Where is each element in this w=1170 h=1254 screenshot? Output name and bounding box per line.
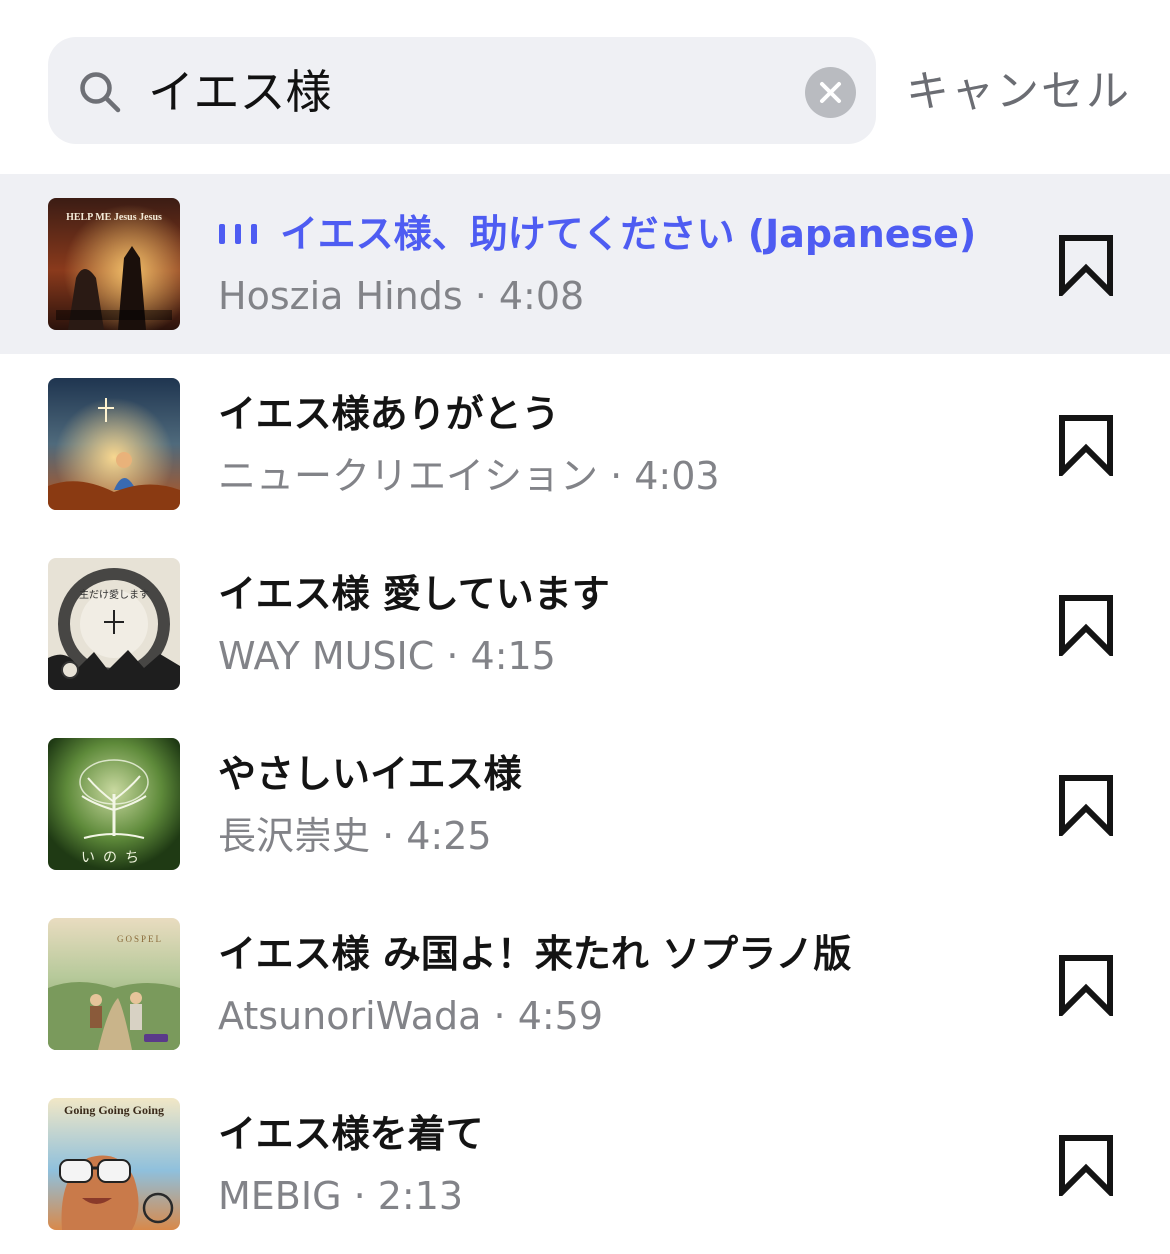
bookmark-icon[interactable] [1058,1134,1114,1196]
equalizer-icon [219,223,257,244]
cancel-button[interactable]: キャンセル [906,58,1131,126]
track-title-text: イエス様、助けてください (Japanese) [280,212,977,256]
cover-text: Going Going Going [64,1103,164,1117]
track-artist-duration: WAY MUSIC · 4:15 [218,634,556,678]
track-row[interactable]: Going Going Going イエス様を着て MEBIG · 2:13 [0,1074,1170,1254]
bookmark-icon[interactable] [1058,774,1114,836]
album-cover: GOSPEL [48,918,180,1050]
bookmark-icon[interactable] [1058,234,1114,296]
bookmark-icon[interactable] [1058,594,1114,656]
clear-x-icon [820,82,841,103]
cover-text: GOSPEL [117,934,163,944]
search-input[interactable]: イエス様 [148,58,332,126]
album-cover: いのち [48,738,180,870]
album-cover [48,378,180,510]
track-title: イエス様、助けてください (Japanese) [218,204,976,264]
bookmark-icon[interactable] [1058,414,1114,476]
clear-search-button[interactable] [805,67,856,118]
track-title: イエス様 愛しています [218,572,610,616]
album-cover: 主だけ愛します [48,558,180,690]
search-icon [80,72,121,113]
track-row[interactable]: いのち やさしいイエス様 長沢崇史 · 4:25 [0,714,1170,894]
track-title: イエス様を着て [218,1112,484,1156]
search-header: イエス様 キャンセル [0,0,1170,174]
track-artist-duration: 長沢崇史 · 4:25 [218,814,492,858]
track-row[interactable]: GOSPEL イエス様 み国よ！来たれ ソプラノ版 AtsunoriWada ·… [0,894,1170,1074]
track-artist-duration: AtsunoriWada · 4:59 [218,994,604,1038]
track-row[interactable]: 主だけ愛します イエス様 愛しています WAY MUSIC · 4:15 [0,534,1170,714]
track-row[interactable]: イエス様ありがとう ニュークリエイション · 4:03 [0,354,1170,534]
search-results-list: HELP ME Jesus Jesus イエス様、助けてください (Japane… [0,174,1170,1254]
cover-text: HELP ME Jesus Jesus [66,212,162,223]
cover-text: いのち [81,850,147,866]
track-title: イエス様 み国よ！来たれ ソプラノ版 [218,932,852,976]
track-title: イエス様ありがとう [218,392,560,436]
album-cover: Going Going Going [48,1098,180,1230]
track-artist-duration: Hoszia Hinds · 4:08 [218,274,585,318]
album-cover: HELP ME Jesus Jesus [48,198,180,330]
track-title: やさしいイエス様 [218,752,522,796]
track-row-playing[interactable]: HELP ME Jesus Jesus イエス様、助けてください (Japane… [0,174,1170,354]
track-artist-duration: ニュークリエイション · 4:03 [218,454,720,498]
bookmark-icon[interactable] [1058,954,1114,1016]
track-artist-duration: MEBIG · 2:13 [218,1174,464,1218]
cover-text: 主だけ愛します [79,588,149,601]
